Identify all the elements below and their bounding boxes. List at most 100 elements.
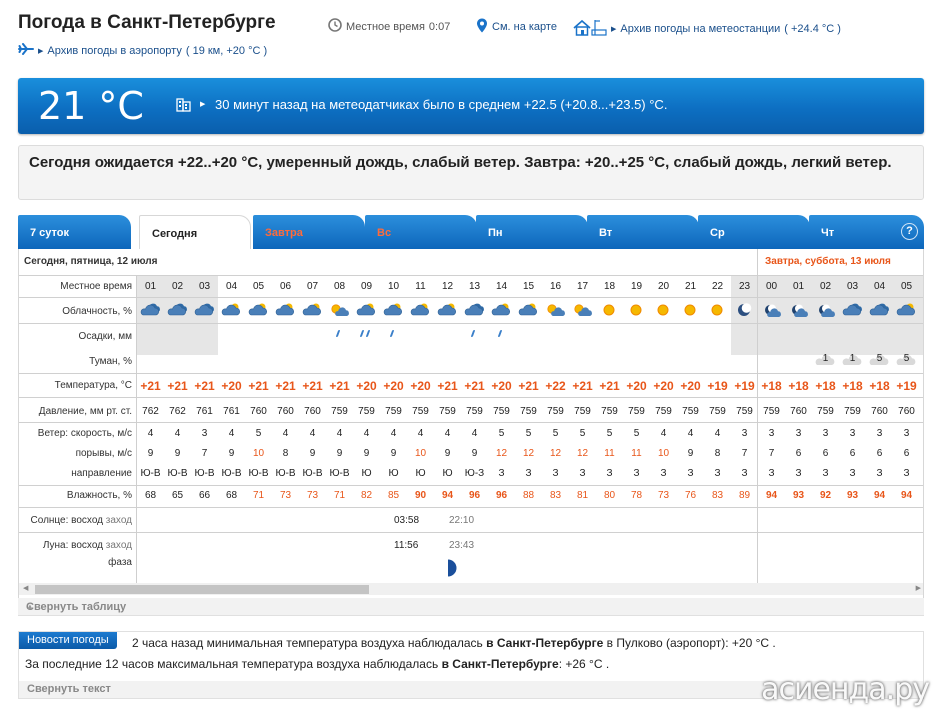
collapse-text-link[interactable]: Свернуть текст [27,683,111,695]
wind-direction-cell: З [633,468,640,479]
row-label-pressure: Давление, мм рт. ст. [38,406,132,417]
temperature-cell: +22 [545,379,566,393]
hour-cell: 02 [819,281,832,292]
row-label-humidity: Влажность, % [66,490,132,501]
row-label-moon-phase: фаза [108,557,132,568]
wind-speed-cell: 4 [174,428,181,439]
scroll-thumb[interactable] [35,585,369,594]
temperature-cell: +19 [896,379,917,393]
humidity-cell: 71 [333,490,346,501]
tab-7-days[interactable]: 7 суток [18,215,131,249]
wind-gust-cell: 9 [687,448,694,459]
sun-cloud-icon [542,301,569,322]
help-icon[interactable]: ? [901,223,918,240]
hour-cell: 07 [306,281,319,292]
table-scrollbar[interactable]: ◀ ▶ [19,583,923,595]
row-divider [19,485,923,486]
wind-direction-cell: З [606,468,613,479]
wind-direction-cell: З [741,468,748,479]
humidity-cell: 96 [495,490,508,501]
tab-tomorrow[interactable]: Завтра [253,215,365,249]
chevron-right-icon: ▶ [611,25,617,33]
wind-gust-cell: 11 [604,448,615,459]
row-divider [19,275,923,276]
tab-monday[interactable]: Пн [476,215,588,249]
temperature-cell: +18 [788,379,809,393]
map-link-label[interactable]: См. на карте [492,21,557,33]
wind-gust-cell: 12 [495,448,508,459]
row-divider [19,397,923,398]
day-tabs: 7 суток Сегодня Завтра Вс Пн Вт Ср Чт ? [18,215,924,250]
wind-speed-cell: 4 [147,428,154,439]
map-link[interactable]: См. на карте [476,18,557,36]
tab-tuesday[interactable]: Вт [587,215,699,249]
wind-gust-cell: 7 [201,448,208,459]
humidity-cell: 71 [252,490,265,501]
wind-direction-cell: З [903,468,910,479]
row-label-temp: Температура, °С [54,380,132,391]
partly-cloudy-icon [353,301,380,322]
wind-speed-cell: 3 [741,428,748,439]
pressure-cell: 760 [898,406,915,417]
humidity-cell: 93 [792,490,805,501]
hour-cell: 05 [900,281,913,292]
tab-wednesday[interactable]: Ср [698,215,810,249]
tab-sunday[interactable]: Вс [365,215,477,249]
hour-cell: 04 [873,281,886,292]
scroll-left-icon[interactable]: ◀ [23,584,28,592]
hour-cell: 14 [495,281,508,292]
day-label-today: Сегодня, пятница, 12 июля [24,256,158,267]
wind-speed-cell: 4 [228,428,235,439]
raindrop-icon [365,330,371,337]
page-header: Погода в Санкт-Петербурге Местное время … [18,10,938,62]
wind-speed-cell: 5 [579,428,586,439]
collapse-table-bar[interactable]: Свернуть таблицу ▲ [18,598,924,616]
wind-gust-cell: 6 [903,448,910,459]
station-archive[interactable]: ▶ Архив погоды на метеостанции ( +24.4 °… [573,18,841,39]
wind-gust-cell: 6 [795,448,802,459]
station-temp[interactable]: ( +24.4 °С ) [784,23,841,35]
wind-gust-cell: 11 [631,448,642,459]
airport-archive-label[interactable]: Архив погоды в аэропорту [47,45,181,57]
hour-cell: 17 [576,281,589,292]
scroll-right-icon[interactable]: ▶ [916,584,921,592]
humidity-cell: 90 [414,490,427,501]
airport-archive[interactable]: ▶ Архив погоды в аэропорту ( 19 км, +20 … [18,43,267,58]
wind-direction-cell: Ю-В [194,468,215,479]
sun-icon [677,301,704,322]
row-label-gusts: порывы, м/с [75,448,132,459]
pressure-cell: 759 [844,406,861,417]
building-icon [176,96,192,115]
moonrise-time: 11:56 [394,540,419,551]
humidity-cell: 92 [819,490,832,501]
partly-cloudy-icon [515,301,542,322]
cloudy-icon [461,301,488,322]
temperature-cell: +20 [653,379,674,393]
airport-info[interactable]: ( 19 км, +20 °С ) [186,45,267,57]
tab-thursday[interactable]: Чт ? [809,215,924,249]
wind-direction-cell: Ю [388,468,399,479]
wind-direction-cell: Ю-З [464,468,485,479]
humidity-cell: 80 [603,490,616,501]
station-archive-label[interactable]: Архив погоды на метеостанции [620,23,780,35]
hour-cell: 10 [387,281,400,292]
collapse-up-icon[interactable]: ▲ [26,602,916,611]
pressure-cell: 759 [682,406,699,417]
cloudy-icon [164,301,191,322]
current-weather-panel: 21 °C ▶ 30 минут назад на метеодатчиках … [18,78,924,134]
moonset-time: 23:43 [449,540,475,551]
pressure-cell: 759 [466,406,483,417]
wind-gust-cell: 9 [471,448,478,459]
temperature-cell: +21 [167,379,188,393]
cloudy-icon [839,301,866,322]
wind-speed-cell: 4 [714,428,721,439]
wind-gust-cell: 9 [390,448,397,459]
fog-cell: 5 [893,353,920,365]
temperature-cell: +21 [572,379,593,393]
page-title: Погода в Санкт-Петербурге [18,12,276,33]
tab-today[interactable]: Сегодня [139,215,251,250]
partly-cloudy-icon [380,301,407,322]
pressure-cell: 759 [736,406,753,417]
wind-gust-cell: 9 [147,448,154,459]
row-divider [19,422,923,423]
